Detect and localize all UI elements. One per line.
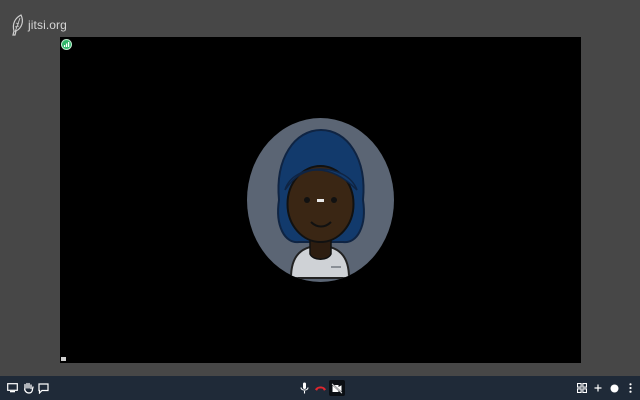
jitsi-leaf-icon bbox=[12, 14, 23, 36]
camera-button[interactable] bbox=[329, 380, 345, 396]
raise-hand-button[interactable] bbox=[20, 380, 36, 396]
microphone-icon bbox=[299, 382, 309, 394]
connection-quality-icon[interactable] bbox=[61, 39, 72, 50]
info-button[interactable] bbox=[606, 380, 622, 396]
participant-name-tag bbox=[317, 199, 324, 202]
screen-share-icon bbox=[6, 383, 18, 393]
stage-corner-marker bbox=[61, 357, 66, 361]
raise-hand-icon bbox=[23, 382, 34, 394]
logo-text: jitsi.org bbox=[28, 18, 67, 32]
conference-toolbar bbox=[0, 376, 640, 400]
invite-button[interactable] bbox=[590, 380, 606, 396]
tile-view-icon bbox=[577, 383, 587, 393]
info-icon bbox=[610, 384, 618, 392]
hangup-button[interactable] bbox=[312, 380, 328, 396]
more-options-button[interactable] bbox=[622, 380, 638, 396]
microphone-button[interactable] bbox=[296, 380, 312, 396]
large-video-stage[interactable] bbox=[60, 37, 581, 363]
screen-share-button[interactable] bbox=[4, 380, 20, 396]
jitsi-logo[interactable]: jitsi.org bbox=[11, 13, 67, 37]
hangup-icon bbox=[314, 386, 326, 391]
tile-view-button[interactable] bbox=[574, 380, 590, 396]
chat-icon bbox=[37, 382, 49, 394]
more-options-icon bbox=[628, 383, 632, 393]
chat-button[interactable] bbox=[35, 380, 51, 396]
camera-muted-icon bbox=[331, 382, 343, 394]
invite-icon bbox=[594, 384, 602, 392]
